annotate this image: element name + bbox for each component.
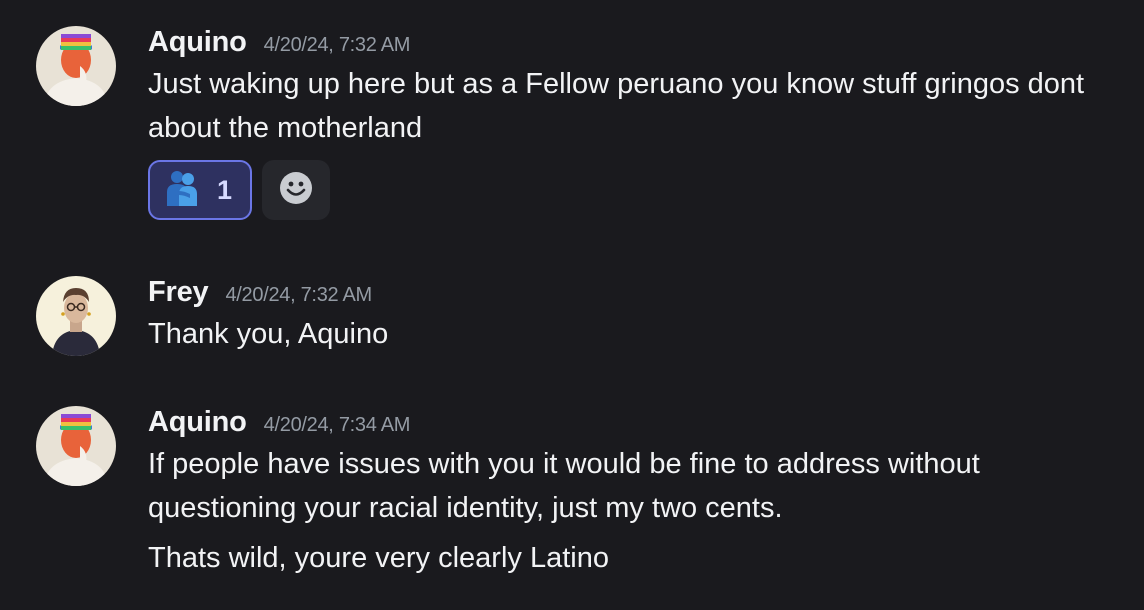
- aquino-avatar[interactable]: [36, 406, 116, 486]
- author-name[interactable]: Aquino: [148, 406, 247, 439]
- author-name[interactable]: Aquino: [148, 26, 247, 59]
- aquino-avatar[interactable]: [36, 26, 116, 106]
- author-name[interactable]: Frey: [148, 276, 209, 309]
- add-reaction-button[interactable]: [262, 160, 330, 220]
- frey-avatar[interactable]: [36, 276, 116, 356]
- message-timestamp: 4/20/24, 7:34 AM: [263, 414, 411, 436]
- add-reaction-smiley-icon: [279, 171, 313, 210]
- people-hugging-emoji-icon: [162, 168, 202, 213]
- message-timestamp: 4/20/24, 7:32 AM: [225, 284, 372, 306]
- message-text: Just waking up here but as a Fellow peru…: [148, 68, 1085, 144]
- reaction-people-hugging[interactable]: 1: [148, 160, 252, 220]
- reaction-count: 1: [216, 174, 232, 205]
- message-timestamp: 4/20/24, 7:32 AM: [263, 34, 411, 56]
- message-text: Thank you, Aquino: [148, 318, 389, 350]
- reactions-bar: 1: [148, 160, 1104, 220]
- message-text: If people have issues with you it would …: [148, 448, 980, 524]
- message-text: Thats wild, youre very clearly Latino: [148, 542, 609, 574]
